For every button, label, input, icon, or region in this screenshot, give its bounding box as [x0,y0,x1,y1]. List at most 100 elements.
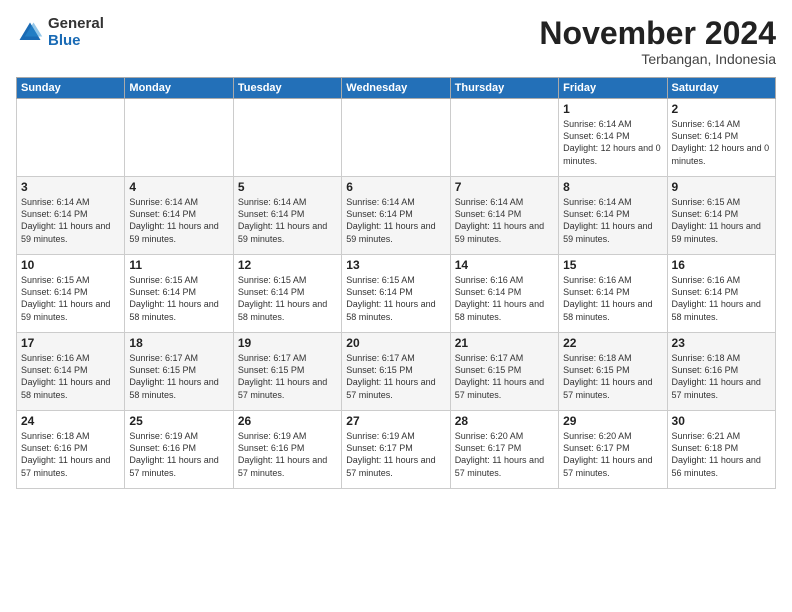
day-detail: Sunrise: 6:17 AM Sunset: 6:15 PM Dayligh… [455,352,554,401]
day-detail: Sunrise: 6:19 AM Sunset: 6:17 PM Dayligh… [346,430,445,479]
day-detail: Sunrise: 6:15 AM Sunset: 6:14 PM Dayligh… [21,274,120,323]
calendar-cell-w5-d7: 30 Sunrise: 6:21 AM Sunset: 6:18 PM Dayli… [667,411,775,489]
calendar-cell-w2-d2: 4Sunrise: 6:14 AM Sunset: 6:14 PM Daylig… [125,177,233,255]
calendar-cell-w2-d1: 3Sunrise: 6:14 AM Sunset: 6:14 PM Daylig… [17,177,125,255]
subtitle: Terbangan, Indonesia [539,51,776,67]
calendar-cell-w4-d5: 21 Sunrise: 6:17 AM Sunset: 6:15 PM Dayli… [450,333,558,411]
logo-text: General Blue [48,16,104,49]
day-number: 19 [238,336,337,350]
day-number: 27 [346,414,445,428]
calendar-cell-w1-d5 [450,99,558,177]
day-detail: Sunrise: 6:18 AM Sunset: 6:15 PM Dayligh… [563,352,662,401]
day-number: 25 [129,414,228,428]
day-number: 2 [672,102,771,116]
day-detail: Sunrise: 6:15 AM Sunset: 6:14 PM Dayligh… [346,274,445,323]
calendar-cell-w3-d1: 10 Sunrise: 6:15 AM Sunset: 6:14 PM Dayli… [17,255,125,333]
month-title: November 2024 [539,16,776,51]
logo: General Blue [16,16,104,49]
day-detail: Sunrise: 6:14 AM Sunset: 6:14 PM Dayligh… [238,196,337,245]
calendar-week-5: 24 Sunrise: 6:18 AM Sunset: 6:16 PM Dayli… [17,411,776,489]
header: General Blue November 2024 Terbangan, In… [16,16,776,67]
calendar-header-row: Sunday Monday Tuesday Wednesday Thursday… [17,78,776,99]
calendar-cell-w5-d1: 24 Sunrise: 6:18 AM Sunset: 6:16 PM Dayli… [17,411,125,489]
col-tuesday: Tuesday [233,78,341,99]
calendar-week-3: 10 Sunrise: 6:15 AM Sunset: 6:14 PM Dayli… [17,255,776,333]
day-detail: Sunrise: 6:19 AM Sunset: 6:16 PM Dayligh… [129,430,228,479]
day-detail: Sunrise: 6:14 AM Sunset: 6:14 PM Dayligh… [455,196,554,245]
day-number: 24 [21,414,120,428]
calendar-cell-w2-d3: 5 Sunrise: 6:14 AM Sunset: 6:14 PM Daylig… [233,177,341,255]
calendar-cell-w1-d4 [342,99,450,177]
day-number: 18 [129,336,228,350]
col-sunday: Sunday [17,78,125,99]
day-number: 12 [238,258,337,272]
day-detail: Sunrise: 6:14 AM Sunset: 6:14 PM Dayligh… [346,196,445,245]
calendar-cell-w4-d6: 22Sunrise: 6:18 AM Sunset: 6:15 PM Dayli… [559,333,667,411]
day-detail: Sunrise: 6:19 AM Sunset: 6:16 PM Dayligh… [238,430,337,479]
day-number: 15 [563,258,662,272]
day-detail: Sunrise: 6:18 AM Sunset: 6:16 PM Dayligh… [672,352,771,401]
day-detail: Sunrise: 6:16 AM Sunset: 6:14 PM Dayligh… [672,274,771,323]
day-detail: Sunrise: 6:17 AM Sunset: 6:15 PM Dayligh… [129,352,228,401]
calendar-cell-w1-d6: 1Sunrise: 6:14 AM Sunset: 6:14 PM Daylig… [559,99,667,177]
calendar-cell-w3-d2: 11Sunrise: 6:15 AM Sunset: 6:14 PM Dayli… [125,255,233,333]
calendar-cell-w5-d4: 27 Sunrise: 6:19 AM Sunset: 6:17 PM Dayli… [342,411,450,489]
calendar-cell-w5-d5: 28Sunrise: 6:20 AM Sunset: 6:17 PM Dayli… [450,411,558,489]
calendar-cell-w4-d4: 20Sunrise: 6:17 AM Sunset: 6:15 PM Dayli… [342,333,450,411]
day-detail: Sunrise: 6:16 AM Sunset: 6:14 PM Dayligh… [455,274,554,323]
day-detail: Sunrise: 6:21 AM Sunset: 6:18 PM Dayligh… [672,430,771,479]
calendar-cell-w4-d1: 17 Sunrise: 6:16 AM Sunset: 6:14 PM Dayli… [17,333,125,411]
col-friday: Friday [559,78,667,99]
day-detail: Sunrise: 6:15 AM Sunset: 6:14 PM Dayligh… [238,274,337,323]
day-detail: Sunrise: 6:14 AM Sunset: 6:14 PM Dayligh… [672,118,771,167]
calendar-cell-w3-d7: 16 Sunrise: 6:16 AM Sunset: 6:14 PM Dayli… [667,255,775,333]
calendar-week-2: 3Sunrise: 6:14 AM Sunset: 6:14 PM Daylig… [17,177,776,255]
day-number: 6 [346,180,445,194]
day-number: 10 [21,258,120,272]
calendar-cell-w4-d3: 19 Sunrise: 6:17 AM Sunset: 6:15 PM Dayli… [233,333,341,411]
day-number: 1 [563,102,662,116]
col-wednesday: Wednesday [342,78,450,99]
day-detail: Sunrise: 6:15 AM Sunset: 6:14 PM Dayligh… [129,274,228,323]
logo-icon [16,19,44,47]
calendar-cell-w5-d2: 25 Sunrise: 6:19 AM Sunset: 6:16 PM Dayli… [125,411,233,489]
day-number: 17 [21,336,120,350]
day-number: 21 [455,336,554,350]
day-detail: Sunrise: 6:20 AM Sunset: 6:17 PM Dayligh… [563,430,662,479]
calendar-cell-w1-d1 [17,99,125,177]
day-number: 7 [455,180,554,194]
col-thursday: Thursday [450,78,558,99]
page: General Blue November 2024 Terbangan, In… [0,0,792,612]
day-detail: Sunrise: 6:14 AM Sunset: 6:14 PM Dayligh… [563,196,662,245]
day-detail: Sunrise: 6:20 AM Sunset: 6:17 PM Dayligh… [455,430,554,479]
day-number: 13 [346,258,445,272]
calendar-cell-w3-d6: 15 Sunrise: 6:16 AM Sunset: 6:14 PM Dayli… [559,255,667,333]
calendar-cell-w2-d4: 6 Sunrise: 6:14 AM Sunset: 6:14 PM Daylig… [342,177,450,255]
calendar-week-1: 1 Sunrise: 6:14 AM Sunset: 6:14 PM Daylig… [17,99,776,177]
calendar-cell-w5-d6: 29 Sunrise: 6:20 AM Sunset: 6:17 PM Dayli… [559,411,667,489]
day-detail: Sunrise: 6:17 AM Sunset: 6:15 PM Dayligh… [238,352,337,401]
calendar-cell-w3-d3: 12 Sunrise: 6:15 AM Sunset: 6:14 PM Dayli… [233,255,341,333]
calendar-cell-w1-d3 [233,99,341,177]
calendar-week-4: 17 Sunrise: 6:16 AM Sunset: 6:14 PM Dayli… [17,333,776,411]
day-number: 16 [672,258,771,272]
day-number: 5 [238,180,337,194]
day-detail: Sunrise: 6:14 AM Sunset: 6:14 PM Dayligh… [129,196,228,245]
logo-blue-text: Blue [48,33,104,50]
day-detail: Sunrise: 6:17 AM Sunset: 6:15 PM Dayligh… [346,352,445,401]
calendar-cell-w2-d7: 9Sunrise: 6:15 AM Sunset: 6:14 PM Daylig… [667,177,775,255]
day-detail: Sunrise: 6:16 AM Sunset: 6:14 PM Dayligh… [563,274,662,323]
day-detail: Sunrise: 6:18 AM Sunset: 6:16 PM Dayligh… [21,430,120,479]
calendar-cell-w2-d6: 8 Sunrise: 6:14 AM Sunset: 6:14 PM Daylig… [559,177,667,255]
col-monday: Monday [125,78,233,99]
calendar-cell-w5-d3: 26Sunrise: 6:19 AM Sunset: 6:16 PM Dayli… [233,411,341,489]
calendar-cell-w1-d2 [125,99,233,177]
calendar-cell-w1-d7: 2 Sunrise: 6:14 AM Sunset: 6:14 PM Daylig… [667,99,775,177]
day-number: 8 [563,180,662,194]
day-number: 30 [672,414,771,428]
day-number: 29 [563,414,662,428]
day-number: 23 [672,336,771,350]
calendar-table: Sunday Monday Tuesday Wednesday Thursday… [16,77,776,489]
calendar-cell-w2-d5: 7 Sunrise: 6:14 AM Sunset: 6:14 PM Daylig… [450,177,558,255]
day-detail: Sunrise: 6:16 AM Sunset: 6:14 PM Dayligh… [21,352,120,401]
